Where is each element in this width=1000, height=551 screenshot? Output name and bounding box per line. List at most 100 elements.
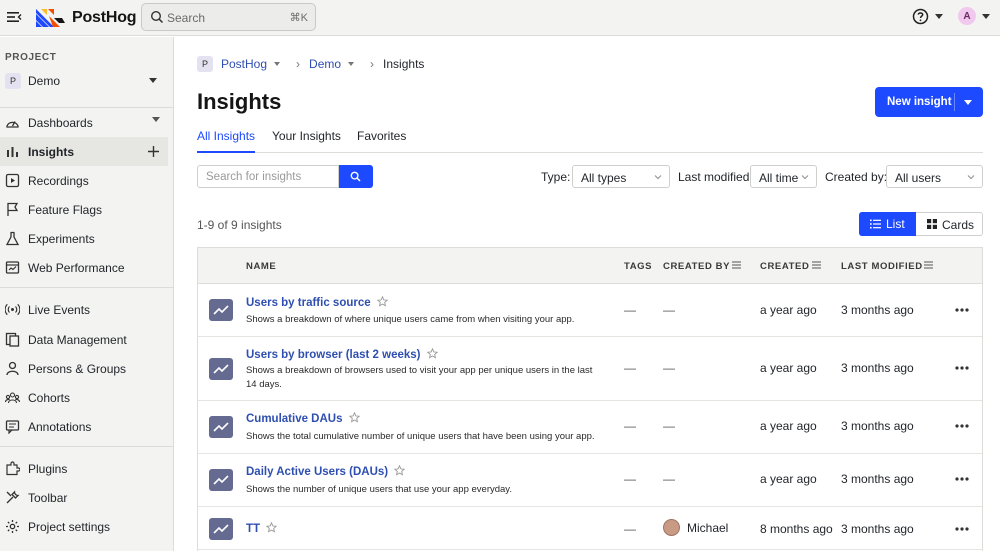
more-actions-icon[interactable] <box>955 424 969 428</box>
type-filter-select[interactable]: All types <box>572 165 670 188</box>
sort-icon[interactable] <box>924 261 933 269</box>
insight-name[interactable]: Cumulative DAUs <box>246 413 343 425</box>
results-count: 1-9 of 9 insights <box>197 218 282 232</box>
sidebar-item-data-management[interactable]: Data Management <box>0 325 168 354</box>
insight-search-field[interactable] <box>197 165 339 188</box>
table-row[interactable]: TT — Michael 8 months ago 3 months ago <box>198 508 982 550</box>
sidebar-item-recordings[interactable]: Recordings <box>0 166 168 195</box>
breadcrumb-project[interactable]: Demo <box>309 57 341 71</box>
sidebar-item-annotations[interactable]: Annotations <box>0 412 168 441</box>
star-icon[interactable] <box>376 296 388 307</box>
insight-name[interactable]: Daily Active Users (DAUs) <box>246 466 388 478</box>
live-broadcast-icon <box>5 303 20 316</box>
chevron-down-icon[interactable] <box>964 100 972 105</box>
column-header-created[interactable]: CREATED <box>760 261 809 272</box>
column-header-created-by[interactable]: CREATED BY <box>663 261 730 272</box>
more-actions-icon[interactable] <box>955 308 969 312</box>
breadcrumb-org[interactable]: PostHog <box>221 57 267 71</box>
sidebar-item-web-performance[interactable]: Web Performance <box>0 253 168 282</box>
chevron-down-icon[interactable] <box>274 62 281 66</box>
table-row[interactable]: Cumulative DAUs Shows the total cumulati… <box>198 402 982 454</box>
sidebar-item-cohorts[interactable]: Cohorts <box>0 383 168 412</box>
project-switcher[interactable]: P Demo <box>5 71 165 91</box>
insight-name-link[interactable]: TT <box>246 522 278 535</box>
top-bar: PostHog Search ⌘K A <box>0 0 1000 36</box>
last-modified-value: 3 months ago <box>841 419 914 433</box>
created-by-filter-select[interactable]: All users <box>886 165 983 188</box>
table-row[interactable]: Daily Active Users (DAUs) Shows the numb… <box>198 455 982 507</box>
breadcrumb-current: Insights <box>383 57 425 71</box>
tags-value: — <box>624 419 636 433</box>
search-icon <box>150 10 164 24</box>
trend-line-insight-icon <box>209 469 233 491</box>
insight-search-input[interactable] <box>198 166 338 187</box>
insight-name[interactable]: TT <box>246 523 260 535</box>
more-actions-icon[interactable] <box>955 477 969 481</box>
star-icon[interactable] <box>394 465 406 476</box>
more-actions-icon[interactable] <box>955 366 969 370</box>
sidebar-item-dashboards[interactable]: Dashboards <box>0 108 168 137</box>
last-modified-value: 3 months ago <box>841 303 914 317</box>
created-value: a year ago <box>760 361 817 375</box>
breadcrumb: P PostHog › Demo › Insights <box>197 55 424 73</box>
more-actions-icon[interactable] <box>955 527 969 531</box>
toolbar-tools-icon <box>6 490 20 504</box>
sidebar-item-plugins[interactable]: Plugins <box>0 454 168 483</box>
star-icon[interactable] <box>426 348 438 359</box>
insight-name-link[interactable]: Daily Active Users (DAUs) <box>246 465 406 478</box>
tab-your-insights[interactable]: Your Insights <box>272 129 341 153</box>
sidebar-item-label: Annotations <box>28 420 92 434</box>
table-row[interactable]: Users by traffic source Shows a breakdow… <box>198 285 982 337</box>
global-search[interactable]: Search ⌘K <box>141 3 316 31</box>
help-menu-button[interactable] <box>912 8 943 25</box>
modified-filter-select[interactable]: All time <box>750 165 817 188</box>
search-shortcut-hint: ⌘K <box>289 12 308 24</box>
sort-icon[interactable] <box>812 261 821 269</box>
table-row[interactable]: Users by browser (last 2 weeks) Shows a … <box>198 338 982 401</box>
created-value: a year ago <box>760 303 817 317</box>
posthog-logo[interactable]: PostHog <box>36 8 137 28</box>
chevron-down-icon[interactable] <box>152 117 160 122</box>
insight-name[interactable]: Users by traffic source <box>246 297 371 309</box>
account-menu-button[interactable]: A <box>958 7 990 25</box>
created-by-value: — <box>663 419 675 433</box>
sidebar-item-label: Project settings <box>28 520 111 534</box>
star-icon[interactable] <box>266 522 278 533</box>
sidebar-item-live-events[interactable]: Live Events <box>0 295 168 324</box>
chevron-down-icon[interactable] <box>348 62 355 66</box>
sidebar-item-toolbar[interactable]: Toolbar <box>0 483 168 512</box>
menu-toggle-icon[interactable] <box>6 9 22 25</box>
list-view-label: List <box>886 217 905 231</box>
plus-icon[interactable] <box>147 145 160 158</box>
tab-favorites[interactable]: Favorites <box>357 129 406 153</box>
column-header-name[interactable]: NAME <box>246 261 276 272</box>
chevron-right-icon: › <box>370 57 375 71</box>
insight-description: Shows the number of unique users that us… <box>246 484 512 495</box>
person-icon <box>6 361 19 376</box>
column-header-last-modified[interactable]: LAST MODIFIED <box>841 261 923 272</box>
tab-all-insights[interactable]: All Insights <box>197 129 256 153</box>
insight-search-button[interactable] <box>339 165 373 188</box>
list-view-button[interactable]: List <box>859 212 916 236</box>
user-avatar <box>663 519 680 536</box>
trend-line-insight-icon <box>209 358 233 380</box>
sidebar-item-feature-flags[interactable]: Feature Flags <box>0 195 168 224</box>
chevron-down-icon <box>982 13 990 19</box>
chevron-right-icon: › <box>296 57 301 71</box>
sidebar-item-persons-groups[interactable]: Persons & Groups <box>0 354 168 383</box>
star-icon[interactable] <box>348 412 360 423</box>
insight-name-link[interactable]: Cumulative DAUs <box>246 412 360 425</box>
insights-table: NAME TAGS CREATED BY CREATED LAST MODIFI… <box>197 247 983 551</box>
chevron-down-icon <box>967 175 975 180</box>
insight-name-link[interactable]: Users by browser (last 2 weeks) <box>246 348 438 361</box>
insight-name[interactable]: Users by browser (last 2 weeks) <box>246 349 421 361</box>
global-search-placeholder: Search <box>167 11 206 25</box>
sidebar-item-insights[interactable]: Insights <box>0 137 168 166</box>
sidebar-item-label: Persons & Groups <box>28 362 127 376</box>
sidebar-item-project-settings[interactable]: Project settings <box>0 512 168 541</box>
sort-icon[interactable] <box>732 261 741 269</box>
insight-name-link[interactable]: Users by traffic source <box>246 296 388 309</box>
sidebar-item-experiments[interactable]: Experiments <box>0 224 168 253</box>
sidebar-divider <box>0 446 173 447</box>
new-insight-button[interactable]: New insight <box>875 87 983 117</box>
